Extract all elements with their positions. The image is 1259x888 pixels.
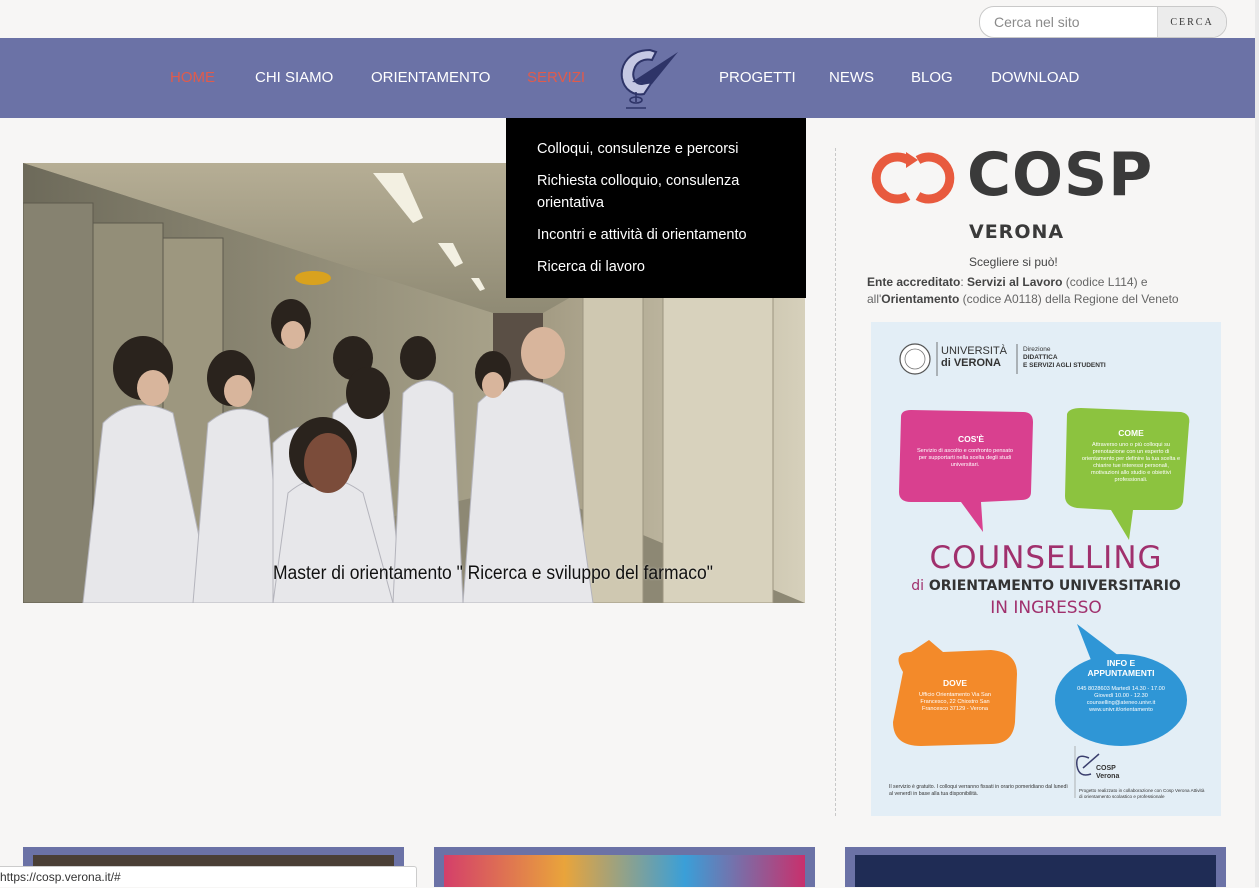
poster-footer-text-2: Progetto realizzato in collaborazione co…: [1079, 788, 1205, 799]
column-divider: [835, 148, 836, 816]
nav-item-news[interactable]: NEWS: [829, 38, 874, 118]
nav-item-progetti[interactable]: PROGETTI: [719, 38, 796, 118]
tagline: Scegliere si può!: [969, 255, 1058, 269]
accreditation-text: Ente accreditato: Servizi al Lavoro (cod…: [867, 274, 1197, 308]
accred-lavoro: Servizi al Lavoro: [967, 275, 1063, 289]
brand-name: COSP: [967, 140, 1154, 210]
dove-text: Ufficio Orientamento Via San Francesco, …: [919, 692, 991, 712]
dropdown-item-incontri[interactable]: Incontri e attività di orientamento: [537, 224, 787, 246]
cose-text: Servizio di ascolto e confronto pensato …: [916, 448, 1014, 468]
poster-subtitle-di: di: [911, 578, 924, 594]
come-text: Attraverso uno o più colloqui su prenota…: [1081, 442, 1181, 483]
poster-cosp-label: COSP Verona: [1096, 765, 1119, 781]
card-3-image: [855, 855, 1216, 887]
search-button[interactable]: CERCA: [1157, 7, 1226, 37]
nav-item-blog[interactable]: BLOG: [911, 38, 953, 118]
dir-line-1: Direzione: [1023, 346, 1051, 353]
nav-item-servizi[interactable]: SERVIZI: [527, 38, 585, 118]
nav-item-home[interactable]: HOME: [170, 38, 215, 118]
poster-subtitle-2: IN INGRESSO: [990, 598, 1102, 618]
site-logo-icon[interactable]: [612, 42, 684, 114]
poster-footer-text: Il servizio è gratuito. I colloqui verra…: [889, 784, 1068, 797]
university-name: UNIVERSITÀ di VERONA: [941, 345, 1007, 369]
poster-title: COUNSELLING: [929, 540, 1163, 576]
counselling-poster[interactable]: UNIVERSITÀ di VERONA Direzione DIDATTICA…: [871, 322, 1221, 816]
poster-subtitle: di ORIENTAMENTO UNIVERSITARIO: [871, 578, 1221, 594]
poster-subtitle-main: ORIENTAMENTO UNIVERSITARIO: [928, 578, 1181, 594]
poster-cosp-label-2: Verona: [1096, 773, 1120, 780]
servizi-dropdown-menu: Colloqui, consulenze e percorsi Richiest…: [506, 118, 806, 298]
cose-title: COS'È: [957, 434, 985, 444]
page-scrollbar[interactable]: [1255, 0, 1259, 887]
accred-label: Ente accreditato: [867, 275, 961, 289]
nav-item-chi-siamo[interactable]: CHI SIAMO: [255, 38, 333, 118]
card-2[interactable]: [434, 847, 815, 887]
dir-line-3: E SERVIZI AGLI STUDENTI: [1023, 362, 1106, 369]
uni-line-1: UNIVERSITÀ: [941, 345, 1008, 357]
slide-caption: Master di orientamento " Ricerca e svilu…: [273, 563, 713, 584]
info-title: INFO E APPUNTAMENTI: [1087, 658, 1155, 678]
dropdown-item-ricerca-lavoro[interactable]: Ricerca di lavoro: [537, 256, 787, 278]
dove-title: DOVE: [942, 678, 968, 688]
come-title: COME: [1118, 428, 1144, 438]
top-bar: CERCA: [0, 0, 1259, 38]
search-input[interactable]: [994, 7, 1144, 37]
dropdown-item-colloqui[interactable]: Colloqui, consulenze e percorsi: [537, 138, 787, 160]
status-url-bar: https://cosp.verona.it/#: [0, 866, 417, 887]
direction-name: Direzione DIDATTICA E SERVIZI AGLI STUDE…: [1023, 346, 1106, 370]
search-box: CERCA: [979, 6, 1227, 38]
dir-line-2: DIDATTICA: [1023, 354, 1058, 361]
brand-city: VERONA: [969, 221, 1065, 243]
nav-item-orientamento[interactable]: ORIENTAMENTO: [371, 38, 490, 118]
nav-item-download[interactable]: DOWNLOAD: [991, 38, 1079, 118]
accred-code2: (codice A0118) della Regione del Veneto: [959, 292, 1179, 306]
dropdown-item-richiesta[interactable]: Richiesta colloquio, consulenza orientat…: [537, 170, 787, 214]
poster-cosp-label-1: COSP: [1096, 765, 1116, 772]
card-3[interactable]: [845, 847, 1226, 887]
main-nav: HOME CHI SIAMO ORIENTAMENTO SERVIZI PROG…: [0, 38, 1259, 118]
info-text: 045 8028603 Martedì 14.30 - 17.00 Gioved…: [1077, 686, 1165, 713]
uni-line-2: di VERONA: [941, 357, 1001, 369]
accred-orientamento: Orientamento: [881, 292, 960, 306]
card-2-image: [444, 855, 805, 887]
